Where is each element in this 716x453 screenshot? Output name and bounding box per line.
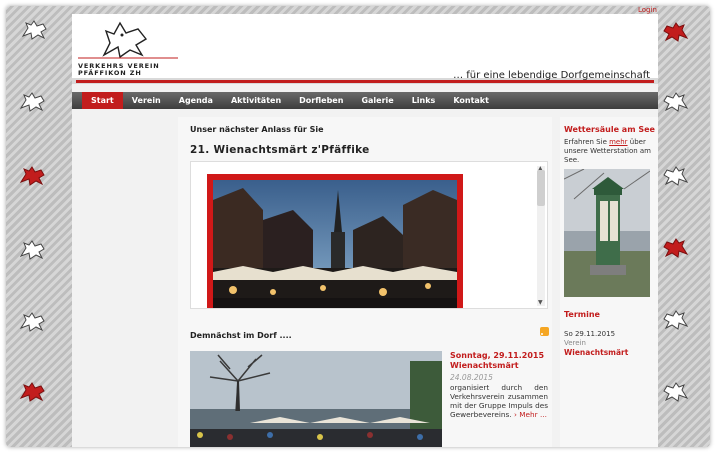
event-poster-frame: ▲ ▼ [190, 161, 548, 309]
event-poster-image[interactable] [207, 174, 463, 308]
header-divider [76, 80, 654, 83]
weather-more-link[interactable]: mehr [609, 138, 627, 146]
site-logo[interactable]: VERKEHRS VEREIN PFÄFFIKON ZH [78, 17, 178, 77]
page-content: VERKEHRS VEREIN PFÄFFIKON ZH … für eine … [72, 14, 658, 447]
lion-icon [660, 90, 690, 114]
next-event-title[interactable]: 21. Wienachtsmärt z'Pfäffike [190, 144, 370, 156]
lion-icon [18, 90, 48, 114]
news-event-title[interactable]: Wienachtsmärt [450, 361, 519, 370]
event-scrollbar[interactable]: ▲ ▼ [537, 165, 545, 306]
nav-item-galerie[interactable]: Galerie [352, 92, 402, 109]
lion-icon [18, 310, 48, 334]
lion-icon [660, 164, 690, 188]
news-heading: Demnächst im Dorf .... [190, 331, 292, 340]
lion-icon [18, 164, 48, 188]
main-nav: Start Verein Agenda Aktivitäten Dorflebe… [72, 92, 658, 109]
nav-item-kontakt[interactable]: Kontakt [444, 92, 498, 109]
weather-description: Erfahren Sie mehr über unsere Wetterstat… [564, 138, 656, 165]
news-more-label: Mehr ... [519, 410, 547, 419]
termine-title[interactable]: Termine [564, 310, 600, 319]
page-frame: VERKEHRS VEREIN PFÄFFIKON ZH … für eine … [6, 6, 710, 447]
weather-text-before: Erfahren Sie [564, 138, 610, 146]
lion-icon [660, 380, 690, 404]
main-column: Unser nächster Anlass für Sie 21. Wienac… [178, 117, 552, 447]
next-event-heading: Unser nächster Anlass für Sie [190, 125, 324, 134]
news-summary: organisiert durch den Verkehrsverein zus… [450, 383, 548, 419]
right-sidebar: Wettersäule am See Erfahren Sie mehr übe… [560, 117, 658, 447]
lion-icon [18, 380, 48, 404]
news-image[interactable] [190, 351, 442, 447]
lion-icon [18, 238, 48, 262]
site-header: VERKEHRS VEREIN PFÄFFIKON ZH … für eine … [72, 14, 658, 84]
login-link[interactable]: Login [638, 6, 657, 14]
weather-column-image [564, 169, 650, 297]
nav-item-verein[interactable]: Verein [123, 92, 170, 109]
termin-date: So 29.11.2015 [564, 330, 616, 338]
nav-item-aktivitaeten[interactable]: Aktivitäten [222, 92, 290, 109]
nav-item-start[interactable]: Start [82, 92, 123, 109]
lion-icon [20, 18, 50, 42]
scroll-down-icon[interactable]: ▼ [538, 299, 543, 306]
logo-name-line2: PFÄFFIKON ZH [78, 69, 142, 77]
market-crowd-photo [190, 351, 442, 447]
rss-icon[interactable] [540, 327, 549, 336]
termin-event-link[interactable]: Wienachtsmärt [564, 348, 628, 357]
news-published-date: 24.08.2015 [450, 373, 493, 382]
nav-item-dorfleben[interactable]: Dorfleben [290, 92, 352, 109]
news-event-date[interactable]: Sonntag, 29.11.2015 [450, 351, 544, 360]
chevron-right-icon: › [513, 410, 517, 419]
market-photo [213, 180, 457, 308]
lion-icon [78, 21, 178, 59]
lion-icon [660, 236, 690, 260]
lion-icon [660, 308, 690, 332]
termin-category: Verein [564, 339, 586, 347]
weather-title[interactable]: Wettersäule am See [564, 125, 655, 134]
weather-station-photo[interactable] [564, 169, 650, 297]
scroll-thumb[interactable] [537, 170, 545, 206]
nav-item-links[interactable]: Links [403, 92, 445, 109]
lion-icon [660, 20, 690, 44]
news-more-link[interactable]: › Mehr ... [514, 410, 547, 419]
nav-item-agenda[interactable]: Agenda [170, 92, 222, 109]
